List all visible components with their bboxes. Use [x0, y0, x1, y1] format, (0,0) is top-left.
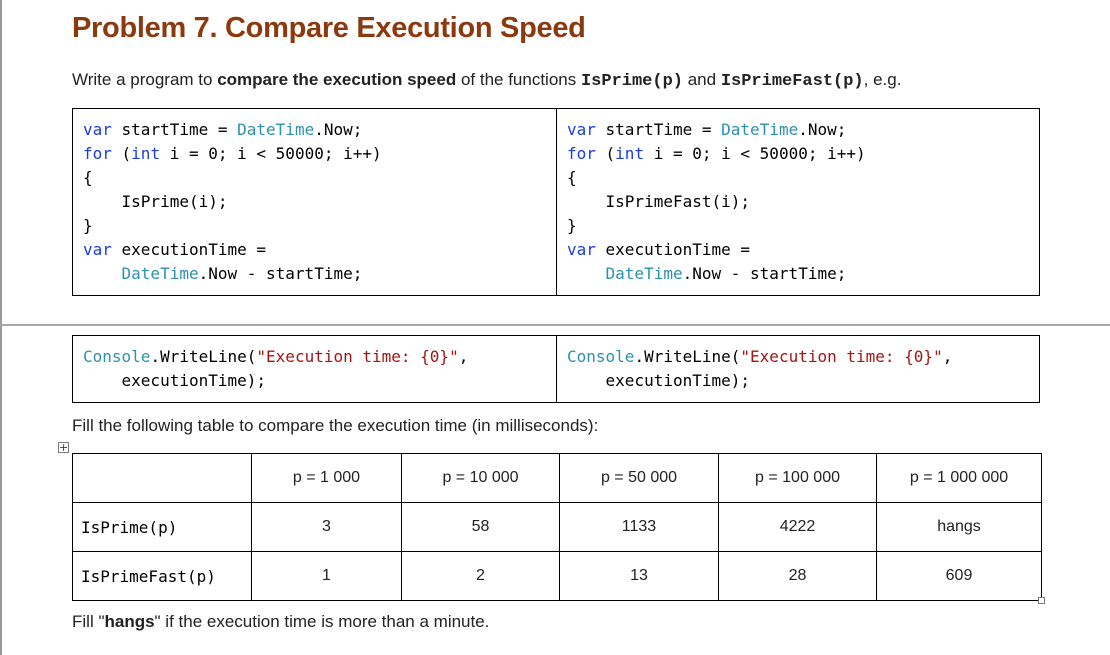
problem-title: Problem 7. Compare Execution Speed: [72, 12, 586, 44]
table-row: IsPrime(p) 3 58 1133 4222 hangs: [72, 502, 1042, 552]
intro-suffix: , e.g.: [863, 70, 902, 89]
code-call-isprime: IsPrime(i);: [121, 192, 228, 211]
table-cell: 58: [401, 502, 560, 552]
header-cell-p1000: p = 1 000: [251, 453, 402, 503]
problem-intro: Write a program to compare the execution…: [72, 70, 901, 91]
header-cell-p100000: p = 100 000: [718, 453, 877, 503]
table-cell: 1133: [559, 502, 719, 552]
intro-func1: IsPrime(p): [580, 72, 683, 91]
code-call-isprimefast: IsPrimeFast(i);: [605, 192, 751, 211]
intro-bold: compare the execution speed: [217, 70, 457, 89]
console-cell-left: Console.WriteLine("Execution time: {0}",…: [83, 347, 469, 390]
console-code-table: Console.WriteLine("Execution time: {0}",…: [72, 335, 1040, 403]
fill-instruction: Fill the following table to compare the …: [72, 416, 599, 435]
table-cell: 3: [251, 502, 402, 552]
intro-and: and: [683, 70, 721, 89]
footer-note: Fill "hangs" if the execution time is mo…: [72, 612, 489, 632]
table-cell: 2: [401, 551, 560, 601]
table-cell: 1: [251, 551, 402, 601]
page-left-edge: [0, 0, 2, 655]
timing-results-table: p = 1 000 p = 10 000 p = 50 000 p = 100 …: [72, 453, 1042, 601]
header-cell-p50000: p = 50 000: [559, 453, 719, 503]
intro-middle: of the functions: [456, 70, 581, 89]
header-cell-p1000000: p = 1 000 000: [876, 453, 1042, 503]
code-cell-isprime: var startTime = DateTime.Now; for (int i…: [83, 120, 382, 283]
table-cell: hangs: [876, 502, 1042, 552]
table-header-row: p = 1 000 p = 10 000 p = 50 000 p = 100 …: [72, 453, 1042, 503]
intro-func2: IsPrimeFast(p): [720, 72, 864, 91]
footer-suffix: " if the execution time is more than a m…: [154, 612, 490, 631]
intro-prefix: Write a program to: [72, 70, 218, 89]
timing-code-table: var startTime = DateTime.Now; for (int i…: [72, 108, 1040, 296]
header-cell-p10000: p = 10 000: [401, 453, 560, 503]
table-resize-handle-icon[interactable]: [1038, 597, 1045, 604]
row-label-isprimefast: IsPrimeFast(p): [72, 551, 252, 601]
code-cell-isprimefast: var startTime = DateTime.Now; for (int i…: [556, 109, 1039, 295]
row-label-isprime: IsPrime(p): [72, 502, 252, 552]
footer-bold: hangs: [104, 612, 155, 631]
table-cell: 609: [876, 551, 1042, 601]
page-break-line: [0, 324, 1110, 326]
table-cell: 13: [559, 551, 719, 601]
table-cell: 28: [718, 551, 877, 601]
table-cell: 4222: [718, 502, 877, 552]
footer-prefix: Fill ": [72, 612, 105, 631]
table-move-handle-icon[interactable]: +: [58, 442, 69, 453]
table-row: IsPrimeFast(p) 1 2 13 28 609: [72, 551, 1042, 601]
console-cell-right: Console.WriteLine("Execution time: {0}",…: [556, 336, 1039, 402]
header-cell-empty: [72, 453, 252, 503]
